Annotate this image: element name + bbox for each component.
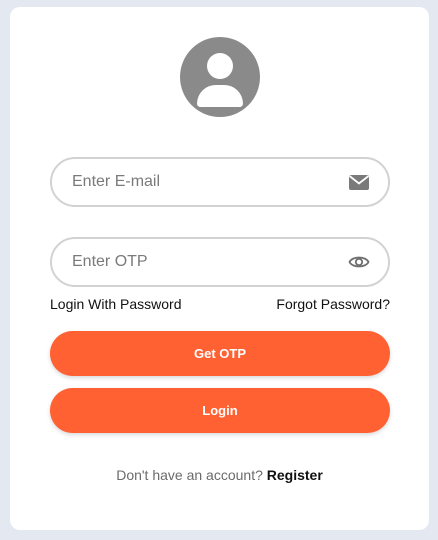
register-prompt-text: Don't have an account? (116, 467, 267, 483)
login-card: Login With Password Forgot Password? Get… (10, 7, 429, 530)
email-input[interactable] (72, 159, 332, 205)
register-link[interactable]: Register (267, 467, 323, 483)
eye-icon[interactable] (348, 251, 370, 273)
login-with-password-link[interactable]: Login With Password (50, 296, 182, 312)
register-prompt: Don't have an account? Register (10, 467, 429, 483)
auth-links: Login With Password Forgot Password? (50, 296, 390, 316)
email-field (50, 157, 390, 207)
otp-field (50, 237, 390, 287)
avatar-body (197, 85, 243, 107)
get-otp-button[interactable]: Get OTP (50, 331, 390, 376)
login-button[interactable]: Login (50, 388, 390, 433)
forgot-password-link[interactable]: Forgot Password? (276, 296, 390, 312)
otp-input[interactable] (72, 239, 332, 285)
user-avatar-icon (180, 37, 260, 117)
envelope-icon (348, 175, 370, 190)
avatar-head (207, 53, 233, 79)
